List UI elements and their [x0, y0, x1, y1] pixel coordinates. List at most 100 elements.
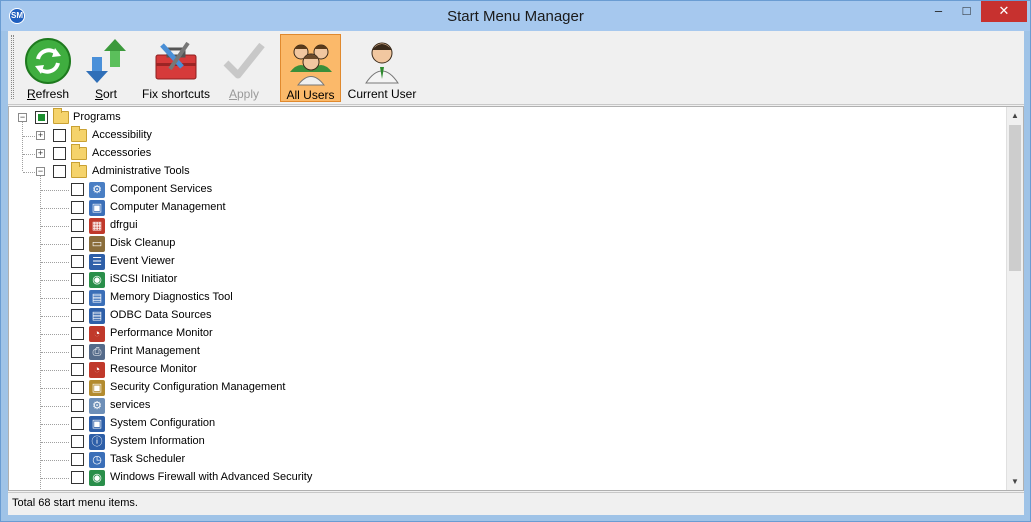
- tree-guide-line: [41, 298, 69, 299]
- tree-node-programs[interactable]: − Programs: [9, 108, 309, 127]
- tree-checkbox[interactable]: [71, 255, 84, 268]
- list-item[interactable]: ◔ Resource Monitor: [9, 361, 409, 379]
- tree-checkbox[interactable]: [71, 201, 84, 214]
- tree-checkbox[interactable]: [53, 129, 66, 142]
- checkmark-icon: [223, 42, 265, 79]
- list-item[interactable]: ◔ Performance Monitor: [9, 325, 409, 343]
- list-item[interactable]: ▦ dfrgui: [9, 217, 409, 235]
- current-user-button[interactable]: Current User: [346, 34, 418, 102]
- list-item[interactable]: ▣ Security Configuration Management: [9, 379, 409, 397]
- print-management-icon: ⎙: [89, 344, 105, 360]
- user-icon: [365, 42, 399, 84]
- list-item[interactable]: ◉ iSCSI Initiator: [9, 271, 409, 289]
- list-item[interactable]: ▣ System Configuration: [9, 415, 409, 433]
- resource-monitor-icon: ◔: [89, 362, 105, 378]
- services-icon: ⚙: [89, 398, 105, 414]
- tree-checkbox[interactable]: [71, 453, 84, 466]
- tree-checkbox[interactable]: [53, 147, 66, 160]
- expand-toggle[interactable]: +: [36, 149, 45, 158]
- disk-cleanup-icon: ▭: [89, 236, 105, 252]
- tree-guide-line: [41, 388, 69, 389]
- tree-node-label: Print Management: [110, 345, 200, 357]
- list-item[interactable]: ⚙ Component Services: [9, 181, 409, 199]
- maximize-button[interactable]: □: [953, 1, 980, 22]
- list-item[interactable]: ◉ Windows Firewall with Advanced Security: [9, 469, 409, 487]
- tree-checkbox[interactable]: [71, 345, 84, 358]
- main-window: SM Start Menu Manager – □ ✕ Refresh Sort…: [0, 0, 1031, 522]
- tree-node-label: dfrgui: [110, 219, 138, 231]
- minimize-button[interactable]: –: [925, 1, 952, 22]
- tree-guide-line: [41, 352, 69, 353]
- list-item[interactable]: ⓘ System Information: [9, 433, 409, 451]
- tree-checkbox[interactable]: [71, 219, 84, 232]
- tree-guide-line: [23, 172, 35, 173]
- refresh-button[interactable]: Refresh: [19, 34, 77, 102]
- all-users-label: All Users: [286, 88, 335, 102]
- sort-button[interactable]: Sort: [80, 34, 132, 102]
- list-item[interactable]: ▤ ODBC Data Sources: [9, 307, 409, 325]
- tree-checkbox[interactable]: [71, 471, 84, 484]
- scroll-up-button[interactable]: ▲: [1007, 107, 1023, 124]
- list-item[interactable]: ◷ Task Scheduler: [9, 451, 409, 469]
- status-bar: Total 68 start menu items.: [8, 492, 1024, 514]
- collapse-toggle[interactable]: −: [36, 167, 45, 176]
- tree-checkbox[interactable]: [71, 183, 84, 196]
- list-item[interactable]: ▣ Computer Management: [9, 199, 409, 217]
- tree-checkbox[interactable]: [35, 111, 48, 124]
- tree-group-administrative-tools[interactable]: − Administrative Tools: [9, 162, 309, 181]
- tree-checkbox[interactable]: [53, 165, 66, 178]
- tree-checkbox[interactable]: [71, 381, 84, 394]
- fix-shortcuts-button[interactable]: Fix shortcuts: [138, 34, 214, 102]
- title-bar[interactable]: SM Start Menu Manager – □ ✕: [1, 1, 1030, 31]
- tree-guide-line: [41, 442, 69, 443]
- tree-guide-line: [41, 190, 69, 191]
- memory-diagnostics-icon: ▤: [89, 290, 105, 306]
- list-item[interactable]: ▤ Memory Diagnostics Tool: [9, 289, 409, 307]
- users-group-icon: [289, 44, 332, 86]
- apply-button[interactable]: Apply: [218, 34, 270, 102]
- tree-node-label: Administrative Tools: [92, 165, 190, 177]
- tree-checkbox[interactable]: [71, 417, 84, 430]
- list-item[interactable]: ▭ Disk Cleanup: [9, 235, 409, 253]
- sort-label: Sort: [94, 87, 118, 101]
- tree-node-label: services: [110, 399, 151, 411]
- toolbar-grip[interactable]: [11, 35, 14, 99]
- tree-node-label: Programs: [73, 111, 121, 123]
- tree-guide-line: [41, 280, 69, 281]
- refresh-icon: [25, 38, 71, 84]
- tree-checkbox[interactable]: [71, 273, 84, 286]
- tree-group-accessibility[interactable]: + Accessibility: [9, 126, 309, 145]
- collapse-toggle[interactable]: −: [18, 113, 27, 122]
- list-item[interactable]: ⚙ services: [9, 397, 409, 415]
- tree-checkbox[interactable]: [71, 399, 84, 412]
- tree-node-label: Task Scheduler: [110, 453, 186, 465]
- close-button[interactable]: ✕: [981, 1, 1027, 22]
- tree-group-accessories[interactable]: + Accessories: [9, 144, 309, 163]
- tree-checkbox[interactable]: [71, 291, 84, 304]
- tree-node-label: Component Services: [110, 183, 213, 195]
- all-users-button[interactable]: All Users: [280, 34, 341, 102]
- list-item[interactable]: ⎙ Print Management: [9, 343, 409, 361]
- tree-node-label: System Information: [110, 435, 205, 447]
- apply-label: Apply: [228, 87, 260, 101]
- tree-checkbox[interactable]: [71, 363, 84, 376]
- tree-checkbox[interactable]: [71, 237, 84, 250]
- tree-node-label: Event Viewer: [110, 255, 175, 267]
- window-title: Start Menu Manager: [447, 8, 584, 25]
- iscsi-initiator-icon: ◉: [89, 272, 105, 288]
- sort-icon: [86, 39, 126, 83]
- folder-icon: [71, 126, 87, 142]
- expand-toggle[interactable]: +: [36, 131, 45, 140]
- scroll-down-button[interactable]: ▼: [1007, 473, 1023, 490]
- list-item[interactable]: ☰ Event Viewer: [9, 253, 409, 271]
- scroll-thumb[interactable]: [1009, 125, 1021, 271]
- vertical-scrollbar[interactable]: ▲ ▼: [1006, 107, 1023, 490]
- system-configuration-icon: ▣: [89, 416, 105, 432]
- start-menu-tree[interactable]: − Programs + Accessibility + Accessories: [8, 106, 1024, 491]
- current-user-label: Current User: [347, 87, 417, 101]
- tree-checkbox[interactable]: [71, 309, 84, 322]
- tree-node-label: System Configuration: [110, 417, 216, 429]
- tree-checkbox[interactable]: [71, 327, 84, 340]
- component-services-icon: ⚙: [89, 182, 105, 198]
- tree-checkbox[interactable]: [71, 435, 84, 448]
